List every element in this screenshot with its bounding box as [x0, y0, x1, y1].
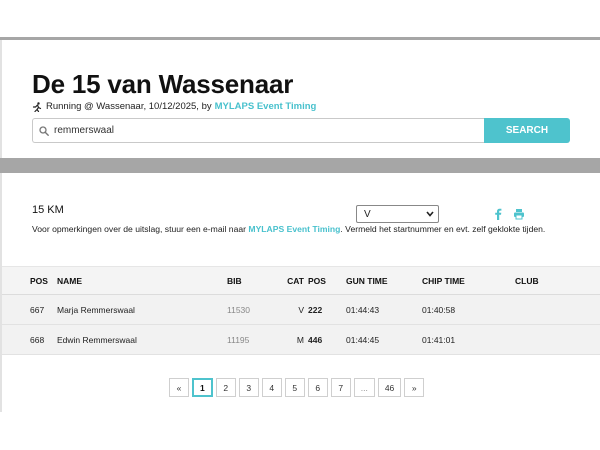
- section-divider: [0, 158, 600, 173]
- print-icon[interactable]: [513, 208, 525, 220]
- distance-label: 15 KM: [32, 204, 64, 216]
- search-input[interactable]: [54, 125, 474, 136]
- cell-gun-time: 01:44:45: [346, 334, 380, 345]
- cell-name[interactable]: Edwin Remmerswaal: [57, 325, 137, 354]
- page-button-2[interactable]: 2: [215, 378, 236, 397]
- category-selected: V: [364, 208, 371, 220]
- page-button-46[interactable]: 46: [377, 378, 402, 397]
- notice-text: Voor opmerkingen over de uitslag, stuur …: [32, 224, 247, 234]
- page-ellipsis: ...: [353, 378, 375, 397]
- cell-name[interactable]: Marja Remmerswaal: [57, 295, 135, 324]
- col-chip-time[interactable]: CHIP TIME: [422, 267, 465, 294]
- cell-cat: V: [298, 304, 304, 315]
- cell-pos: 668: [30, 334, 45, 345]
- search-icon: [39, 125, 49, 136]
- cell-bib: 11530: [227, 304, 251, 315]
- feedback-notice: Voor opmerkingen over de uitslag, stuur …: [32, 223, 572, 236]
- event-subtitle: Running @ Wassenaar, 10/12/2025, by MYLA…: [32, 101, 316, 112]
- search-bar: SEARCH: [32, 118, 570, 143]
- search-button[interactable]: SEARCH: [484, 118, 570, 143]
- cell-pos: 667: [30, 304, 45, 315]
- cell-cat-pos: 446: [308, 334, 323, 345]
- page-button-1[interactable]: 1: [192, 378, 213, 397]
- results-table: POS NAME BIB CAT POS GUN TIME CHIP TIME …: [2, 266, 600, 355]
- event-info: Running @ Wassenaar, 10/12/2025, by: [46, 101, 212, 112]
- col-gun-time[interactable]: GUN TIME: [346, 267, 388, 294]
- event-header: De 15 van Wassenaar Running @ Wassenaar,…: [2, 40, 600, 158]
- col-cat[interactable]: CAT: [284, 267, 304, 294]
- cell-bib: 11195: [227, 334, 250, 345]
- col-club[interactable]: CLUB: [515, 267, 539, 294]
- cell-gun-time: 01:44:43: [346, 304, 380, 315]
- category-select[interactable]: V: [356, 205, 439, 223]
- table-header: POS NAME BIB CAT POS GUN TIME CHIP TIME …: [2, 266, 600, 295]
- search-field[interactable]: [32, 118, 484, 143]
- col-cat-pos[interactable]: POS: [308, 267, 326, 294]
- next-page-button[interactable]: »: [404, 378, 425, 397]
- notice-text-end: . Vermeld het startnummer en evt. zelf g…: [340, 224, 546, 234]
- col-bib[interactable]: BIB: [227, 267, 242, 294]
- col-name[interactable]: NAME: [57, 267, 82, 294]
- cell-cat-pos: 222: [308, 304, 323, 315]
- page-button-6[interactable]: 6: [307, 378, 328, 397]
- table-row[interactable]: 668 Edwin Remmerswaal 11195 M 446 01:44:…: [2, 325, 600, 355]
- cell-cat: M: [296, 334, 304, 345]
- page-title: De 15 van Wassenaar: [32, 69, 294, 99]
- facebook-icon[interactable]: [494, 208, 502, 220]
- cell-chip-time: 01:41:01: [422, 334, 456, 345]
- chevron-down-icon: [426, 211, 434, 217]
- prev-page-button[interactable]: «: [169, 378, 189, 397]
- pagination: « 1 2 3 4 5 6 7 ... 46 »: [169, 378, 425, 397]
- page-button-3[interactable]: 3: [238, 378, 259, 397]
- page-button-7[interactable]: 7: [330, 378, 351, 397]
- page-button-5[interactable]: 5: [284, 378, 305, 397]
- organizer-link[interactable]: MYLAPS Event Timing: [215, 101, 317, 112]
- page-button-4[interactable]: 4: [261, 378, 282, 397]
- col-pos[interactable]: POS: [30, 267, 48, 294]
- cell-chip-time: 01:40:58: [422, 304, 456, 315]
- notice-organizer-link[interactable]: MYLAPS Event Timing: [248, 224, 340, 234]
- running-icon: [32, 101, 42, 112]
- table-row[interactable]: 667 Marja Remmerswaal 11530 V 222 01:44:…: [2, 295, 600, 325]
